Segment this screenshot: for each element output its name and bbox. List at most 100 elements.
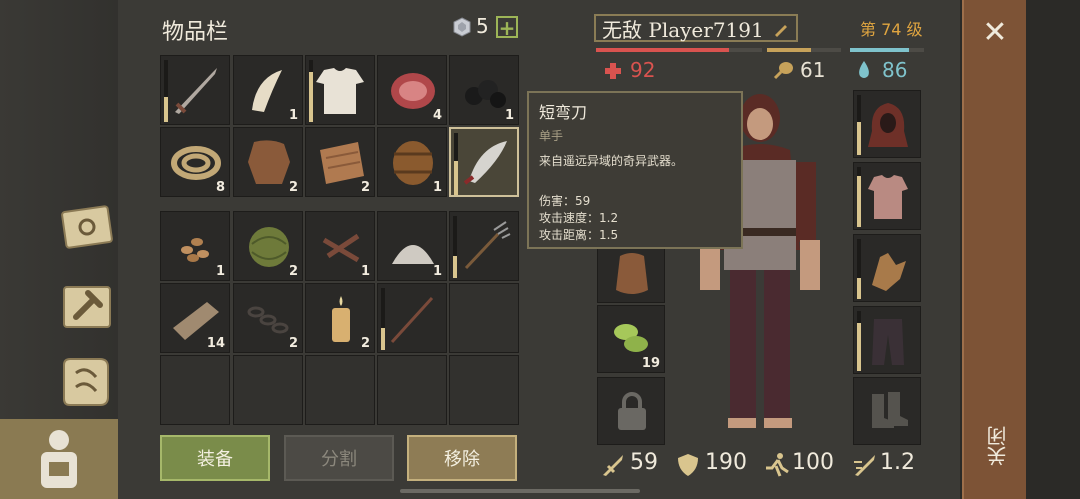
- boots-icon: [872, 392, 908, 428]
- durability-bar: [857, 311, 861, 371]
- equip-button[interactable]: 装备: [160, 435, 270, 481]
- inventory-slot-empty[interactable]: [305, 355, 375, 425]
- drumstick-icon: [773, 62, 793, 80]
- item-count: 2: [288, 336, 298, 351]
- close-icon[interactable]: ✕: [980, 18, 1010, 48]
- inventory-slot-empty[interactable]: [233, 355, 303, 425]
- chainmail-icon: [868, 175, 908, 219]
- scrollbar[interactable]: [400, 489, 640, 493]
- close-rail[interactable]: [962, 0, 1030, 499]
- inventory-slot[interactable]: 1: [377, 127, 447, 197]
- equip-slot-body[interactable]: [853, 162, 921, 230]
- tooltip-description: 来自遥远异域的奇异武器。: [539, 154, 684, 168]
- hammer-icon: [63, 286, 111, 328]
- add-gems-button[interactable]: +: [496, 16, 518, 38]
- water-drop-icon: [859, 61, 869, 78]
- item-count: 1: [432, 264, 442, 279]
- attack-speed-icon: [854, 455, 875, 476]
- edit-name-icon[interactable]: [772, 20, 790, 38]
- coal-icon: [465, 80, 506, 108]
- player-name: 无敌 Player7191: [602, 17, 764, 42]
- tooltip-attack-range: 攻击距离：1.5: [539, 228, 619, 242]
- inventory-slot-empty[interactable]: [449, 283, 519, 353]
- item-count: 2: [360, 336, 370, 351]
- item-count: 1: [288, 108, 298, 123]
- trousers-icon: [872, 319, 904, 365]
- quick-count: 19: [641, 356, 660, 371]
- nails-icon: [322, 233, 360, 263]
- gloves-icon: [872, 253, 906, 291]
- pitchfork-icon: [464, 221, 511, 270]
- inventory-slot-empty[interactable]: [377, 355, 447, 425]
- equip-slot-hands[interactable]: [853, 234, 921, 302]
- leather-icon: [248, 140, 290, 184]
- inventory-slot[interactable]: 1: [377, 211, 447, 281]
- inventory-slot[interactable]: 1: [233, 55, 303, 125]
- meat-icon: [391, 73, 435, 109]
- inventory-title: 物品栏: [162, 20, 229, 45]
- inventory-slot[interactable]: 8: [160, 127, 230, 197]
- attack-speed-value: 1.2: [880, 450, 915, 475]
- inventory-slot[interactable]: 1: [305, 211, 375, 281]
- item-tooltip: 短弯刀 单手 来自遥远异域的奇异武器。 伤害：59 攻击速度：1.2 攻击距离：…: [527, 91, 743, 249]
- hood-icon: [868, 103, 908, 147]
- item-count: 1: [360, 264, 370, 279]
- inventory-slot[interactable]: [449, 127, 519, 197]
- inventory-slot-empty[interactable]: [160, 355, 230, 425]
- inventory-tab[interactable]: [0, 419, 118, 499]
- scroll-icon: [63, 358, 109, 406]
- health-value: 92: [630, 58, 656, 82]
- player-level: 第 74 级: [860, 20, 923, 39]
- equip-slot-legs[interactable]: [853, 306, 921, 374]
- inventory-slot[interactable]: 1: [160, 211, 230, 281]
- health-bar: [596, 48, 762, 52]
- running-icon: [766, 453, 789, 477]
- gem-count: 5: [476, 14, 489, 38]
- inventory-slot[interactable]: 2: [233, 283, 303, 353]
- item-count: 1: [432, 180, 442, 195]
- chain-icon: [247, 306, 289, 334]
- item-count: 2: [288, 264, 298, 279]
- tooltip-item-name: 短弯刀: [539, 103, 588, 122]
- tooltip-damage: 伤害：59: [539, 194, 591, 208]
- crafting-button[interactable]: [56, 275, 118, 337]
- inventory-slot[interactable]: 2: [233, 211, 303, 281]
- inventory-slot[interactable]: 2: [233, 127, 303, 197]
- inventory-slot[interactable]: [160, 55, 230, 125]
- scimitar-icon: [463, 141, 507, 185]
- journal-button[interactable]: [56, 195, 118, 257]
- inventory-slot[interactable]: 1: [449, 55, 519, 125]
- durability-bar: [381, 288, 385, 350]
- tooltip-attack-speed: 攻击速度：1.2: [539, 211, 619, 225]
- equip-slot-head[interactable]: [853, 90, 921, 158]
- character-backpack-icon: [41, 430, 77, 488]
- inventory-slot-empty[interactable]: [449, 355, 519, 425]
- map-button[interactable]: [56, 350, 118, 412]
- durability-bar: [857, 239, 861, 299]
- tusk-icon: [252, 70, 282, 112]
- durability-bar: [453, 216, 457, 278]
- remove-button[interactable]: 移除: [407, 435, 517, 481]
- sword-icon: [175, 68, 217, 114]
- item-count: 2: [288, 180, 298, 195]
- durability-bar: [454, 133, 458, 195]
- inventory-slot[interactable]: 14: [160, 283, 230, 353]
- thirst-bar: [850, 48, 924, 52]
- right-edge: [1026, 0, 1080, 499]
- health-cross-icon: [605, 63, 621, 79]
- attack-icon: [603, 455, 623, 476]
- inventory-slot[interactable]: 2: [305, 283, 375, 353]
- inventory-slot[interactable]: 2: [305, 127, 375, 197]
- inventory-slot[interactable]: 4: [377, 55, 447, 125]
- inventory-slot[interactable]: [305, 55, 375, 125]
- item-count: 14: [206, 336, 225, 351]
- split-button[interactable]: 分割: [284, 435, 394, 481]
- inventory-slot[interactable]: [377, 283, 447, 353]
- equip-slot-feet[interactable]: [853, 377, 921, 445]
- player-name-box[interactable]: 无敌 Player7191: [594, 14, 798, 42]
- inventory-slot[interactable]: [449, 211, 519, 281]
- equip-slot-quick[interactable]: 19: [597, 305, 665, 373]
- item-count: 8: [215, 180, 225, 195]
- tooltip-item-type: 单手: [539, 129, 564, 143]
- close-label[interactable]: 关闭: [983, 426, 1012, 466]
